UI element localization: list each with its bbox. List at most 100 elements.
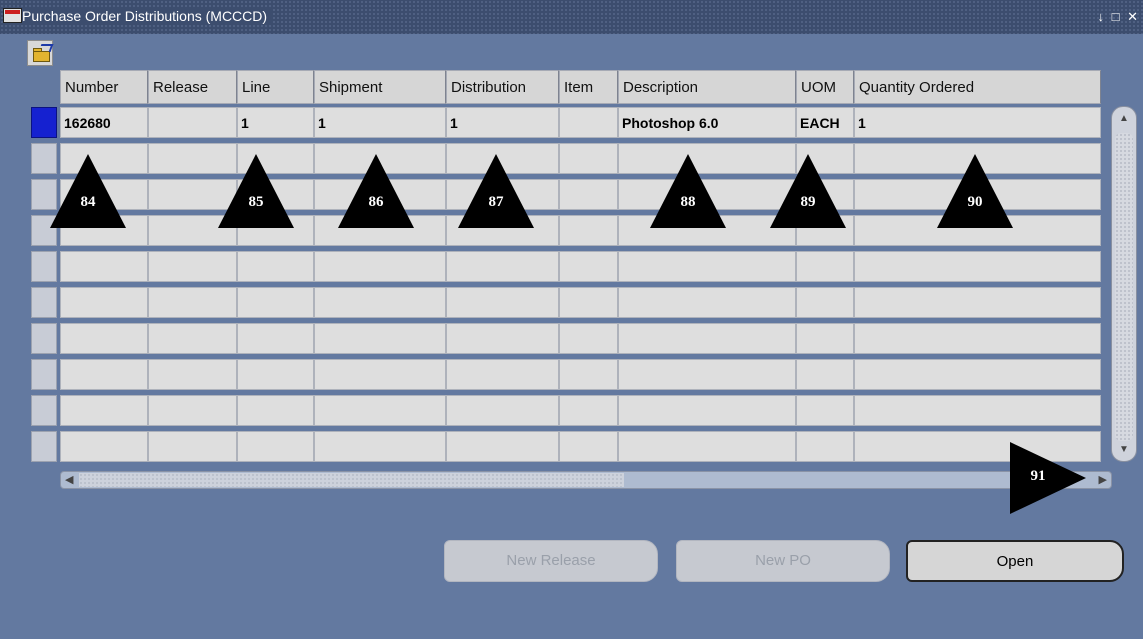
cell-shipment[interactable] — [314, 251, 446, 282]
cell-number[interactable]: 162680 — [60, 107, 148, 138]
column-header-uom[interactable]: UOM — [796, 70, 854, 104]
cell-item[interactable] — [559, 323, 618, 354]
cell-description[interactable] — [618, 431, 796, 462]
callout-shipment-column: 86 — [338, 154, 414, 228]
cell-number[interactable] — [60, 359, 148, 390]
cell-uom[interactable] — [796, 431, 854, 462]
column-header-release[interactable]: Release — [148, 70, 237, 104]
cell-number[interactable] — [60, 287, 148, 318]
cell-item[interactable] — [559, 287, 618, 318]
row-selector[interactable] — [31, 359, 57, 390]
cell-release[interactable] — [148, 323, 237, 354]
cell-release[interactable] — [148, 359, 237, 390]
cell-line[interactable] — [237, 287, 314, 318]
column-header-shipment[interactable]: Shipment — [314, 70, 446, 104]
column-header-quantity-ordered[interactable]: Quantity Ordered — [854, 70, 1101, 104]
cell-description[interactable] — [618, 287, 796, 318]
cell-quantity-ordered[interactable]: 1 — [854, 107, 1101, 138]
cell-shipment[interactable] — [314, 323, 446, 354]
cell-line[interactable] — [237, 251, 314, 282]
cell-shipment[interactable]: 1 — [314, 107, 446, 138]
cell-shipment[interactable] — [314, 431, 446, 462]
close-icon[interactable]: ✕ — [1127, 9, 1140, 25]
cell-release[interactable] — [148, 251, 237, 282]
vertical-scroll-thumb[interactable] — [1115, 133, 1133, 441]
maximize-icon[interactable]: □ — [1112, 9, 1122, 24]
open-button[interactable]: Open — [906, 540, 1124, 582]
cell-number[interactable] — [60, 323, 148, 354]
new-po-button[interactable]: New PO — [676, 540, 890, 582]
cell-quantity-ordered[interactable] — [854, 395, 1101, 426]
row-selector[interactable] — [31, 287, 57, 318]
cell-description[interactable] — [618, 359, 796, 390]
cell-uom[interactable]: EACH — [796, 107, 854, 138]
column-header-description[interactable]: Description — [618, 70, 796, 104]
cell-number[interactable] — [60, 395, 148, 426]
cell-item[interactable] — [559, 431, 618, 462]
cell-item[interactable] — [559, 395, 618, 426]
scroll-up-icon[interactable]: ▲ — [1118, 113, 1130, 124]
cell-item[interactable] — [559, 359, 618, 390]
vertical-scrollbar[interactable]: ▲ ▼ — [1111, 106, 1137, 462]
cell-quantity-ordered[interactable] — [854, 251, 1101, 282]
column-header-number[interactable]: Number — [60, 70, 148, 104]
scroll-right-icon[interactable]: ▶ — [1099, 473, 1107, 486]
callout-number-column: 84 — [50, 154, 126, 228]
cell-release[interactable] — [148, 107, 237, 138]
cell-uom[interactable] — [796, 287, 854, 318]
column-header-line[interactable]: Line — [237, 70, 314, 104]
scroll-down-icon[interactable]: ▼ — [1118, 444, 1130, 455]
open-folder-button[interactable] — [27, 40, 54, 66]
cell-number[interactable] — [60, 431, 148, 462]
cell-shipment[interactable] — [314, 287, 446, 318]
column-header-item[interactable]: Item — [559, 70, 618, 104]
cell-description[interactable] — [618, 395, 796, 426]
cell-item[interactable] — [559, 107, 618, 138]
cell-shipment[interactable] — [314, 359, 446, 390]
cell-description[interactable] — [618, 251, 796, 282]
cell-line[interactable] — [237, 323, 314, 354]
new-release-button[interactable]: New Release — [444, 540, 658, 582]
horizontal-scrollbar[interactable]: ◀ ▶ — [60, 471, 1112, 489]
cell-quantity-ordered[interactable] — [854, 359, 1101, 390]
row-selector[interactable] — [31, 251, 57, 282]
cell-distribution[interactable] — [446, 323, 559, 354]
cell-distribution[interactable] — [446, 359, 559, 390]
cell-shipment[interactable] — [314, 395, 446, 426]
cell-distribution[interactable] — [446, 251, 559, 282]
cell-distribution[interactable] — [446, 287, 559, 318]
cell-distribution[interactable]: 1 — [446, 107, 559, 138]
cell-release[interactable] — [148, 287, 237, 318]
cell-item[interactable] — [559, 251, 618, 282]
cell-line[interactable]: 1 — [237, 107, 314, 138]
cell-release[interactable] — [148, 395, 237, 426]
cell-uom[interactable] — [796, 323, 854, 354]
cell-distribution[interactable] — [446, 395, 559, 426]
minimize-icon[interactable]: ↓ — [1097, 9, 1106, 24]
callout-quantity-column: 90 — [937, 154, 1013, 228]
cell-item[interactable] — [559, 215, 618, 246]
cell-item[interactable] — [559, 143, 618, 174]
callout-uom-column: 89 — [770, 154, 846, 228]
cell-description[interactable]: Photoshop 6.0 — [618, 107, 796, 138]
row-selector[interactable] — [31, 395, 57, 426]
cell-release[interactable] — [148, 431, 237, 462]
cell-line[interactable] — [237, 359, 314, 390]
horizontal-scroll-thumb[interactable] — [79, 473, 624, 487]
cell-description[interactable] — [618, 323, 796, 354]
cell-uom[interactable] — [796, 395, 854, 426]
cell-quantity-ordered[interactable] — [854, 323, 1101, 354]
cell-quantity-ordered[interactable] — [854, 287, 1101, 318]
row-selector[interactable] — [31, 107, 57, 138]
row-selector[interactable] — [31, 431, 57, 462]
cell-uom[interactable] — [796, 359, 854, 390]
cell-number[interactable] — [60, 251, 148, 282]
scroll-left-icon[interactable]: ◀ — [65, 473, 73, 486]
cell-line[interactable] — [237, 431, 314, 462]
cell-uom[interactable] — [796, 251, 854, 282]
cell-distribution[interactable] — [446, 431, 559, 462]
cell-line[interactable] — [237, 395, 314, 426]
row-selector[interactable] — [31, 323, 57, 354]
column-header-distribution[interactable]: Distribution — [446, 70, 559, 104]
cell-item[interactable] — [559, 179, 618, 210]
